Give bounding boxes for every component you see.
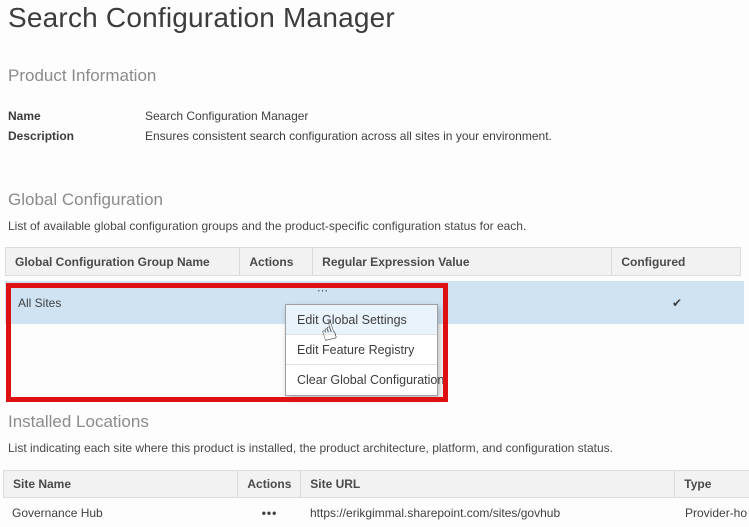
product-information-heading: Product Information bbox=[8, 66, 156, 86]
installed-locations-heading: Installed Locations bbox=[8, 412, 149, 432]
installed-locations-table-header: Site Name Actions Site URL Type bbox=[3, 470, 749, 498]
site-url-cell: https://erikgimmal.sharepoint.com/sites/… bbox=[301, 498, 676, 527]
page-title: Search Configuration Manager bbox=[8, 2, 395, 34]
global-configuration-heading: Global Configuration bbox=[8, 190, 163, 210]
description-label: Description bbox=[8, 129, 74, 143]
column-header-type: Type bbox=[675, 471, 749, 497]
column-header-actions: Actions bbox=[238, 471, 301, 497]
actions-ellipsis-icon[interactable]: ••• bbox=[238, 498, 301, 527]
menu-item-edit-feature-registry[interactable]: Edit Feature Registry bbox=[286, 335, 437, 365]
table-row-governance-hub[interactable]: Governance Hub ••• https://erikgimmal.sh… bbox=[3, 498, 749, 527]
description-value: Ensures consistent search configuration … bbox=[145, 129, 552, 143]
column-header-regular-expression-value: Regular Expression Value bbox=[313, 248, 612, 275]
site-name-cell: Governance Hub bbox=[3, 498, 238, 527]
actions-context-menu: Edit Global Settings Edit Feature Regist… bbox=[285, 304, 438, 396]
menu-item-edit-global-settings[interactable]: Edit Global Settings bbox=[286, 305, 437, 335]
column-header-actions: Actions bbox=[240, 248, 313, 275]
installed-locations-description: List indicating each site where this pro… bbox=[8, 441, 613, 455]
menu-item-clear-global-configuration[interactable]: Clear Global Configuration bbox=[286, 365, 437, 396]
name-value: Search Configuration Manager bbox=[145, 109, 308, 123]
column-header-global-configuration-group-name: Global Configuration Group Name bbox=[6, 248, 240, 275]
configured-check-icon: ✔ bbox=[613, 281, 741, 324]
group-name-cell: All Sites bbox=[5, 281, 240, 324]
actions-ellipsis-icon[interactable]: ⋯ bbox=[317, 286, 329, 297]
name-label: Name bbox=[8, 109, 41, 123]
column-header-site-name: Site Name bbox=[4, 471, 238, 497]
column-header-site-url: Site URL bbox=[301, 471, 675, 497]
column-header-configured: Configured bbox=[612, 248, 740, 275]
global-configuration-description: List of available global configuration g… bbox=[8, 219, 526, 233]
global-config-table-header: Global Configuration Group Name Actions … bbox=[5, 247, 741, 276]
type-cell: Provider-ho bbox=[676, 498, 749, 527]
search-configuration-manager-page: Search Configuration Manager Product Inf… bbox=[0, 0, 749, 527]
